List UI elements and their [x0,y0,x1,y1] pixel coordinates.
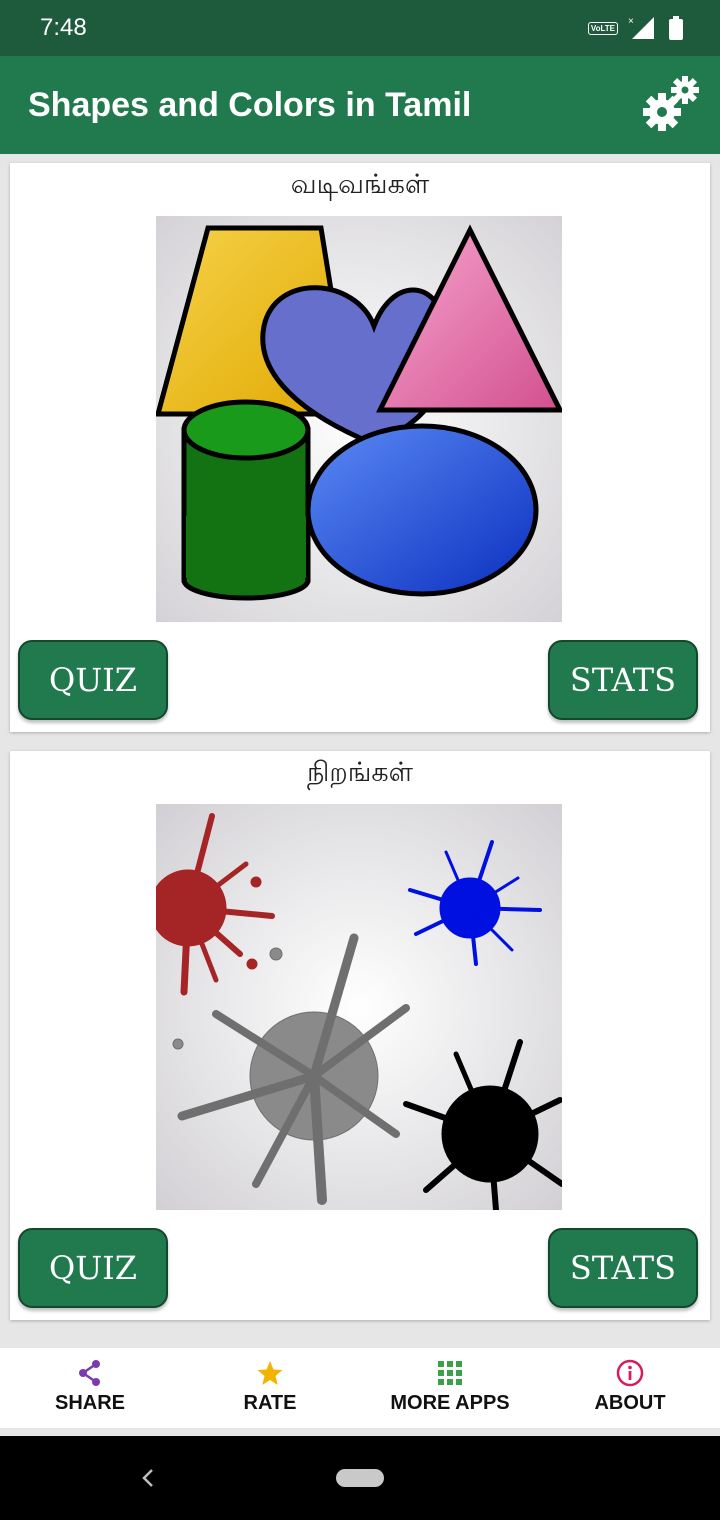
bottom-nav: SHARE RATE MORE APPS ABOUT [0,1348,720,1428]
svg-text:×: × [628,16,634,27]
shapes-illustration[interactable] [156,216,562,622]
paint-splatters-illustration[interactable] [156,804,562,1210]
status-time: 7:48 [40,14,87,41]
star-icon [255,1358,285,1388]
colors-card[interactable]: நிறங்கள் QUIZ STATS [10,751,710,1320]
shapes-card[interactable]: வடிவங்கள் QUIZ STATS [10,163,710,732]
back-icon [142,1469,153,1487]
colors-stats-button[interactable]: STATS [548,1228,698,1308]
more-apps-label: MORE APPS [390,1392,510,1414]
cylinder-shape [181,399,311,601]
settings-button[interactable] [640,74,702,136]
volte-icon: VoLTE [587,21,618,35]
about-button[interactable]: ABOUT [540,1348,720,1428]
battery-icon [669,16,683,40]
signal-icon: × [628,16,654,39]
rate-button[interactable]: RATE [180,1348,360,1428]
shapes-stats-button[interactable]: STATS [548,640,698,720]
colors-quiz-button[interactable]: QUIZ [18,1228,168,1308]
share-label: SHARE [54,1392,125,1414]
oval-shape [305,423,539,597]
shapes-quiz-button[interactable]: QUIZ [18,640,168,720]
about-label: ABOUT [594,1392,666,1414]
status-bar: 7:48 VoLTE × [0,0,720,56]
card-title-shapes: வடிவங்கள் [290,169,430,200]
rate-label: RATE [243,1392,297,1414]
share-icon [75,1358,105,1388]
info-icon [615,1358,645,1388]
card-title-colors: நிறங்கள் [306,757,414,788]
back-button[interactable] [136,1462,160,1494]
app-title: Shapes and Colors in Tamil [28,86,472,124]
share-button[interactable]: SHARE [0,1348,180,1428]
more-apps-button[interactable]: MORE APPS [360,1348,540,1428]
gears-icon [643,76,699,131]
app-bar: Shapes and Colors in Tamil [0,56,720,154]
status-icons: VoLTE × [587,12,684,44]
home-button[interactable] [336,1469,384,1487]
grid-icon [435,1358,465,1388]
